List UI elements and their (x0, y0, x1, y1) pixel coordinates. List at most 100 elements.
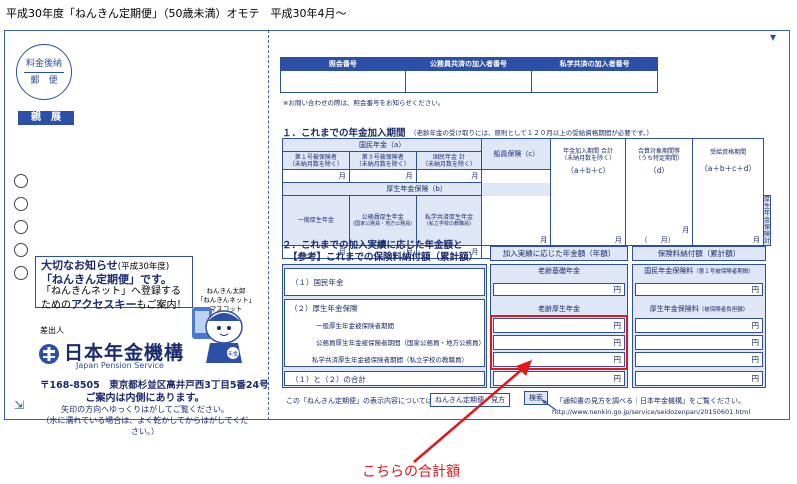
jps-logo: 日本年金機構 Japan Pension Service (38, 338, 188, 370)
kosei-premium-label: 厚生年金保険料 (649, 305, 699, 313)
section-1-note: （老齢年金の受け取りには、原則として１２０月以上の受給資格期間が必要です。） (410, 129, 653, 137)
label-roukiso: 老齢基礎年金 (538, 267, 580, 275)
kosei-header: 厚生年金保険（b） (281, 182, 552, 196)
total-header: 年金加入期間 合計 （未納月数を除く） （a＋b＋c） (550, 138, 626, 183)
mascot-illustration-icon: 年金 (192, 307, 243, 363)
sender-label: 差出人 (40, 326, 64, 335)
sub-koumuin-label: 公務員厚生年金被保険者期間（国家公務員・地方公務員） (316, 339, 485, 347)
yen-label: 円 (613, 374, 622, 383)
total-label: 年金加入期間 合計 (563, 147, 614, 155)
perforation-line (268, 30, 269, 420)
yen-label: 円 (751, 374, 760, 383)
diagonal-arrow-icon: ⇲ (14, 398, 25, 412)
kosei-premium-ippan-value: 円 (635, 318, 763, 333)
total-formula: （a＋b＋c） (566, 165, 610, 175)
kokumin-premium-sub: （第１号被保険者期間） (693, 269, 754, 275)
unit-label: 月 (614, 236, 622, 244)
yen-label: 円 (751, 355, 760, 364)
jukyu-value: 月 (692, 182, 764, 246)
callout-arrow-icon (413, 360, 532, 463)
yen-label: 円 (751, 338, 760, 347)
k3-label: 第３号被保険者 (361, 153, 404, 161)
logo-text-en: Japan Pension Service (76, 361, 164, 370)
paren-left: （ (640, 236, 648, 244)
col-inquiry-number: 照会番号 (280, 57, 406, 71)
pointer-arrow-icon (541, 399, 557, 411)
b3-label: 私学共済厚生年金 (424, 213, 473, 221)
ksum-value: 月 (415, 169, 483, 183)
label-kokumin-premium: 国民年金保険料（第１号被保険者期間） (632, 266, 766, 276)
inquiry-note: ※お問い合わせの際は、照会番号をお知らせください。 (283, 99, 445, 107)
jukyu-header: 受給資格期間 （a＋b＋c＋d） (692, 138, 764, 183)
godo-label: 合算対象期間等 (638, 147, 681, 155)
col-premium-total: 保険料納付額（累計額） (632, 246, 766, 261)
id-number-table: 照会番号 公務員共済の加入者番号 私学共済の加入者番号 (280, 57, 658, 93)
callout-text: こちらの合計額 (362, 464, 460, 480)
ksum-header: 国民年金 計（未納月数を除く） (415, 151, 483, 170)
punch-hole-icon (14, 243, 28, 257)
total-value: 月 (550, 182, 626, 246)
jps-emblem-icon (39, 344, 59, 364)
k3-sub: （未納月数を除く） (355, 160, 410, 168)
col-pension-amount: 加入実績に応じた年金額（年額） (490, 246, 628, 261)
b2-sub: (国家公務員・地方公務員) (353, 220, 413, 227)
col-private-school-number: 私学共済の加入者番号 (531, 57, 658, 71)
kokumin-premium-value: 円 (635, 283, 763, 296)
jukyu-label: 受給資格期間 (710, 149, 747, 157)
label-kosei-premium: 厚生年金保険料（被保険者負担額） (632, 304, 766, 314)
kosei-premium-shigaku-value: 円 (635, 352, 763, 367)
punch-hole-icon (14, 266, 28, 280)
section-2-title-2: 【参考】これまでの保険料納付額（累計額） (288, 252, 479, 263)
postage-stamp: 料金後納 郵 便 (16, 44, 72, 100)
kosei-premium-sub: （被保険者負担額） (698, 307, 749, 313)
b3-sub: (私立学校の教職員) (427, 220, 471, 227)
mascot-name: ねんきん太郎 (206, 287, 246, 295)
fold-arrow-icon: ▾ (770, 30, 777, 44)
notice-year: (平成30年度) (117, 262, 170, 272)
yen-label: 円 (751, 285, 760, 294)
confidential-badge: 親 展 (18, 111, 74, 125)
document-title: 平成30年度「ねんきん定期便」（50歳未満）オモテ 平成30年4月～ (6, 7, 347, 20)
godo-special-period: （ 月） (626, 235, 689, 245)
unit-label: 月 (540, 236, 548, 244)
k1-header: 第１号被保険者 （未納月数を除く） (282, 151, 350, 170)
punch-hole-icon (14, 220, 28, 234)
k1-label: 第１号被保険者 (294, 153, 337, 161)
kokumin-premium-label: 国民年金保険料 (644, 267, 694, 275)
k1-sub: （未納月数を除く） (288, 160, 343, 168)
section-1-title: １．これまでの年金加入期間 (282, 128, 406, 139)
postage-label-2: 郵 便 (30, 75, 58, 86)
ksum-label: 国民年金 計 (433, 153, 465, 161)
reference-url[interactable]: http://www.nenkin.go.jp/service/seidozen… (552, 408, 750, 416)
sub-ippan-label: 一般厚生年金被保険者期間 (316, 322, 394, 330)
kosei-premium-koumuin-value: 円 (635, 335, 763, 350)
private-school-number-cell (531, 70, 658, 93)
col-public-servant-number: 公務員共済の加入者番号 (404, 57, 533, 71)
seaman-header: 船員保険（c） (481, 138, 552, 170)
peel-title: ご案内は内側にあります。 (85, 393, 205, 404)
unit-label: 月 (660, 236, 668, 244)
peel-instructions: ご案内は内側にあります。 矢印の方向へゆっくりはがしてご覧ください。 （水に濡れ… (40, 393, 250, 437)
unit-label: 月 (338, 172, 346, 180)
unit-label: 月 (752, 236, 760, 244)
godo-d: （d） (649, 165, 669, 175)
important-notice-box: 大切なお知らせ(平成30年度) 「ねんきん定期便」です。 「ねんきんネット」へ登… (35, 256, 193, 311)
bottom-note-post: 「通知書の見方を調べる｜日本年金機構」をご覧ください。 (556, 397, 745, 405)
k3-value: 月 (348, 169, 417, 183)
unit-label: 月 (682, 226, 690, 234)
peel-line-1: 矢印の方向へゆっくりはがしてご覧ください。 (61, 405, 229, 414)
roukiso-value: 円 (493, 283, 625, 296)
row-kosei-label: （２）厚生年金保険 (290, 304, 358, 313)
yen-label: 円 (613, 285, 622, 294)
kokumin-header: 国民年金（a） (281, 138, 483, 152)
k3-header: 第３号被保険者 （未納月数を除く） (348, 151, 417, 170)
bsum-header: 厚生年金保険 計 (762, 195, 772, 246)
b2-label: 公務員厚生年金 (361, 213, 404, 221)
notice-line-4-post: もご案内！ (136, 299, 187, 311)
row-kokumin-label: （１）国民年金 (284, 268, 485, 296)
postage-label: 料金後納 (25, 58, 62, 69)
punch-hole-icon (14, 174, 28, 188)
public-servant-number-cell (404, 70, 533, 93)
peel-line-2: （水に濡れている場合は、よく乾かしてからはがしてください。） (41, 416, 249, 436)
total-sub: （未納月数を除く） (561, 154, 616, 162)
